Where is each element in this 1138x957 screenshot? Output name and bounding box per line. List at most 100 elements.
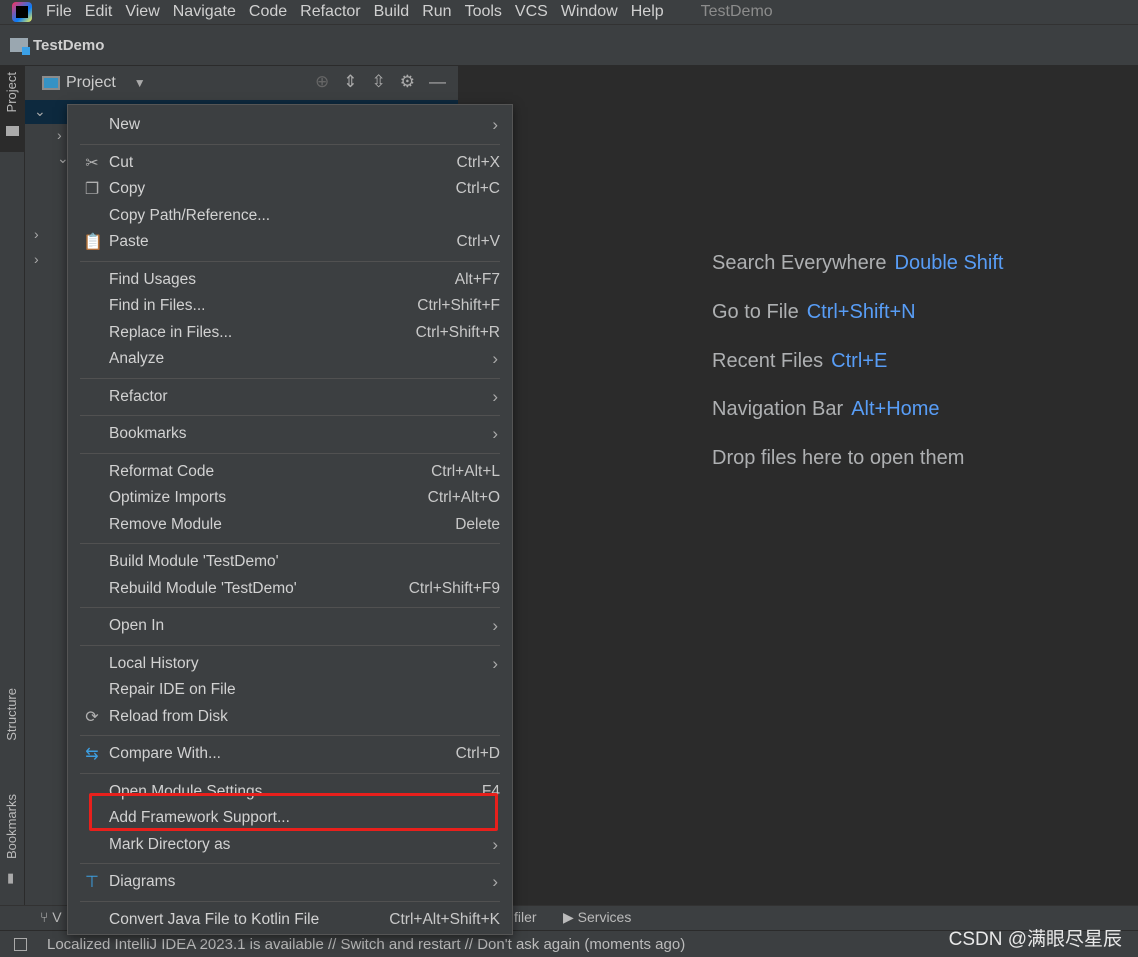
- menu-build[interactable]: Build: [374, 3, 410, 21]
- menu-item-mark-directory-as[interactable]: Mark Directory as ›: [68, 832, 512, 859]
- chevron-down-icon[interactable]: ▼: [134, 76, 146, 90]
- menu-separator: [68, 896, 512, 907]
- menu-item-shortcut: Ctrl+Shift+F: [417, 297, 500, 315]
- structure-tab[interactable]: Structure: [4, 688, 19, 741]
- menu-item-shortcut: Ctrl+Alt+Shift+K: [389, 910, 500, 928]
- menu-item-label: Find Usages: [109, 270, 197, 288]
- hint-label: Navigation Bar: [712, 398, 844, 420]
- menu-item-label: Diagrams: [109, 873, 176, 891]
- menu-edit[interactable]: Edit: [85, 3, 113, 21]
- project-tool-tab[interactable]: Project: [0, 66, 25, 152]
- copy-icon: ❐: [84, 181, 100, 199]
- services-tab[interactable]: ▶ Services: [563, 909, 631, 926]
- menu-view[interactable]: View: [125, 3, 159, 21]
- menu-item-diagrams[interactable]: ⊤ Diagrams ›: [68, 869, 512, 896]
- menu-item-paste[interactable]: 📋 Paste Ctrl+V: [68, 229, 512, 256]
- menu-separator: [68, 139, 512, 150]
- menu-file[interactable]: File: [46, 3, 72, 21]
- project-tab-label[interactable]: Project: [4, 72, 19, 112]
- menu-item-convert-java-file-to-kotlin-file[interactable]: Convert Java File to Kotlin File Ctrl+Alt…: [68, 907, 512, 934]
- hint-drop-files-here-to-open-them: Drop files here to open them: [712, 447, 964, 470]
- window-title: TestDemo: [700, 3, 773, 20]
- menu-code[interactable]: Code: [249, 3, 287, 21]
- menu-window[interactable]: Window: [561, 3, 618, 21]
- collapse-all-icon[interactable]: ⇳: [372, 72, 386, 92]
- menu-item-shortcut: Alt+F7: [454, 270, 500, 288]
- toggle-tool-windows-icon[interactable]: [14, 937, 27, 951]
- menu-tools[interactable]: Tools: [465, 3, 502, 21]
- menu-item-label: Refactor: [109, 387, 168, 405]
- menu-item-refactor[interactable]: Refactor ›: [68, 384, 512, 411]
- highlight-annotation: [89, 793, 498, 831]
- menu-separator: [68, 538, 512, 549]
- menu-item-replace-in-files[interactable]: Replace in Files... Ctrl+Shift+R: [68, 320, 512, 347]
- chevron-right-icon[interactable]: ›: [34, 226, 39, 242]
- chevron-down-icon[interactable]: ⌄: [34, 103, 46, 120]
- menu-help[interactable]: Help: [631, 3, 664, 21]
- breadcrumb-project[interactable]: TestDemo: [33, 37, 104, 54]
- menu-item-label: Replace in Files...: [109, 323, 233, 341]
- menu-separator: [68, 602, 512, 613]
- menu-item-shortcut: Ctrl+Alt+O: [427, 489, 500, 507]
- menu-item-label: Rebuild Module 'TestDemo': [109, 579, 297, 597]
- menu-item-new[interactable]: New ›: [68, 112, 512, 139]
- chevron-right-icon: ›: [492, 115, 498, 135]
- menu-item-open-in[interactable]: Open In ›: [68, 613, 512, 640]
- menu-item-find-in-files[interactable]: Find in Files... Ctrl+Shift+F: [68, 293, 512, 320]
- menu-refactor[interactable]: Refactor: [300, 3, 360, 21]
- menu-item-shortcut: Delete: [455, 515, 500, 533]
- menu-item-compare-with[interactable]: ⇆ Compare With... Ctrl+D: [68, 741, 512, 768]
- hide-icon[interactable]: —: [429, 72, 446, 92]
- menu-item-find-usages[interactable]: Find Usages Alt+F7: [68, 267, 512, 294]
- chevron-right-icon: ›: [492, 349, 498, 369]
- menu-item-label: Mark Directory as: [109, 835, 231, 853]
- menu-item-cut[interactable]: ✂ Cut Ctrl+X: [68, 150, 512, 177]
- menu-item-remove-module[interactable]: Remove Module Delete: [68, 512, 512, 539]
- paste-icon: 📋: [83, 234, 103, 252]
- hint-navigation-bar: Navigation Bar Alt+Home: [712, 398, 940, 421]
- hint-shortcut: Ctrl+Shift+N: [806, 301, 916, 323]
- project-view-selector[interactable]: Project: [66, 74, 116, 92]
- menu-item-local-history[interactable]: Local History ›: [68, 651, 512, 678]
- compare-icon: ⇆: [85, 746, 99, 764]
- menu-item-repair-ide-on-file[interactable]: Repair IDE on File: [68, 677, 512, 704]
- gear-icon[interactable]: ⚙: [400, 72, 415, 92]
- diagram-icon: ⊤: [85, 874, 99, 892]
- menu-item-rebuild-module-testdemo[interactable]: Rebuild Module 'TestDemo' Ctrl+Shift+F9: [68, 576, 512, 603]
- profiler-tab[interactable]: filer: [514, 909, 537, 925]
- menu-item-copy-path-reference[interactable]: Copy Path/Reference...: [68, 203, 512, 230]
- expand-all-icon[interactable]: ⇕: [343, 72, 357, 92]
- locate-icon[interactable]: ⊕: [315, 72, 329, 92]
- menu-item-bookmarks[interactable]: Bookmarks ›: [68, 421, 512, 448]
- menu-item-build-module-testdemo[interactable]: Build Module 'TestDemo': [68, 549, 512, 576]
- hint-search-everywhere: Search Everywhere Double Shift: [712, 252, 1004, 275]
- bookmark-icon: ▮: [7, 870, 15, 885]
- menu-item-label: Convert Java File to Kotlin File: [109, 910, 320, 928]
- menu-navigate[interactable]: Navigate: [173, 3, 236, 21]
- vcs-tab[interactable]: ⑂ V: [40, 909, 62, 925]
- chevron-right-icon: ›: [492, 386, 498, 406]
- menu-item-label: Build Module 'TestDemo': [109, 553, 279, 571]
- navigation-bar: TestDemo: [0, 24, 1138, 66]
- menu-item-shortcut: Ctrl+X: [456, 153, 501, 171]
- status-message[interactable]: Localized IntelliJ IDEA 2023.1 is availa…: [47, 936, 685, 953]
- menu-vcs[interactable]: VCS: [515, 3, 548, 21]
- menu-item-shortcut: Ctrl+Shift+R: [415, 323, 500, 341]
- menu-item-optimize-imports[interactable]: Optimize Imports Ctrl+Alt+O: [68, 485, 512, 512]
- chevron-right-icon[interactable]: ›: [57, 127, 62, 143]
- menu-item-label: Optimize Imports: [109, 489, 227, 507]
- menu-separator: [68, 730, 512, 741]
- menu-item-analyze[interactable]: Analyze ›: [68, 346, 512, 373]
- menu-item-copy[interactable]: ❐ Copy Ctrl+C: [68, 176, 512, 203]
- menu-separator: [68, 410, 512, 421]
- menu-run[interactable]: Run: [422, 3, 451, 21]
- hint-label: Drop files here to open them: [712, 447, 965, 469]
- hint-go-to-file: Go to File Ctrl+Shift+N: [712, 301, 916, 324]
- bookmarks-tab[interactable]: Bookmarks: [4, 794, 19, 859]
- menu-item-reload-from-disk[interactable]: ⟳ Reload from Disk: [68, 704, 512, 731]
- chevron-right-icon[interactable]: ›: [34, 251, 39, 267]
- chevron-right-icon: ›: [492, 424, 498, 444]
- menu-item-shortcut: Ctrl+Alt+L: [431, 462, 500, 480]
- menu-item-reformat-code[interactable]: Reformat Code Ctrl+Alt+L: [68, 459, 512, 486]
- menu-separator: [68, 640, 512, 651]
